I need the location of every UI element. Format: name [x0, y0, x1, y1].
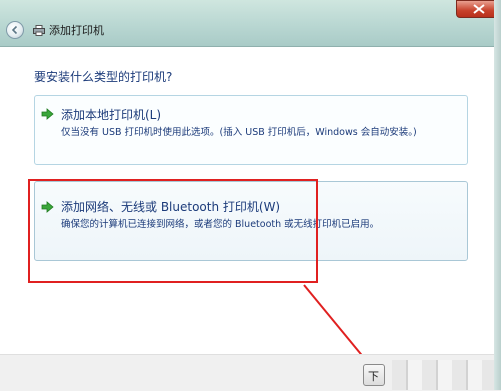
next-button-label: 下 — [368, 370, 379, 383]
window-edge — [494, 0, 501, 390]
next-button[interactable]: 下 — [363, 364, 385, 386]
blurred-buttons-area — [392, 360, 501, 390]
red-pointer-arrow — [303, 284, 379, 376]
